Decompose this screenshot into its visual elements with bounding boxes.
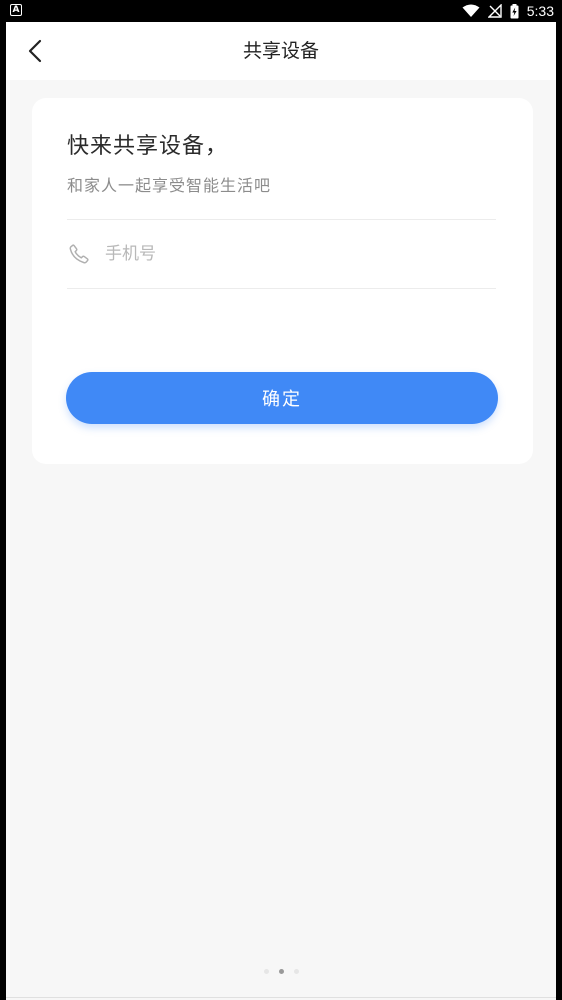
page-indicator xyxy=(6,969,556,974)
status-icons: 5:33 xyxy=(462,0,554,22)
divider xyxy=(67,288,496,289)
page-dot-active xyxy=(278,969,284,974)
bottom-divider xyxy=(6,997,556,998)
status-bar: A 5:33 xyxy=(0,0,562,22)
share-card: 快来共享设备， 和家人一起享受智能生活吧 确定 xyxy=(32,98,533,464)
battery-charging-icon xyxy=(510,3,519,19)
wifi-icon xyxy=(462,4,480,18)
confirm-button[interactable]: 确定 xyxy=(66,372,498,424)
page-dot xyxy=(263,969,269,974)
card-subtitle: 和家人一起享受智能生活吧 xyxy=(67,176,272,195)
back-button[interactable] xyxy=(20,36,50,66)
page-title: 共享设备 xyxy=(242,40,319,62)
nav-bar: 共享设备 xyxy=(6,22,556,80)
page-dot xyxy=(293,969,299,974)
phone-icon xyxy=(67,242,91,266)
signal-icon xyxy=(487,4,502,18)
a-notification-icon: A xyxy=(10,4,22,16)
app-screen: 共享设备 快来共享设备， 和家人一起享受智能生活吧 确定 xyxy=(6,22,556,1000)
card-heading: 快来共享设备， xyxy=(67,134,229,159)
chevron-left-icon xyxy=(28,39,42,63)
phone-input[interactable] xyxy=(105,234,496,274)
phone-field-row xyxy=(67,220,496,288)
status-time: 5:33 xyxy=(526,3,554,19)
